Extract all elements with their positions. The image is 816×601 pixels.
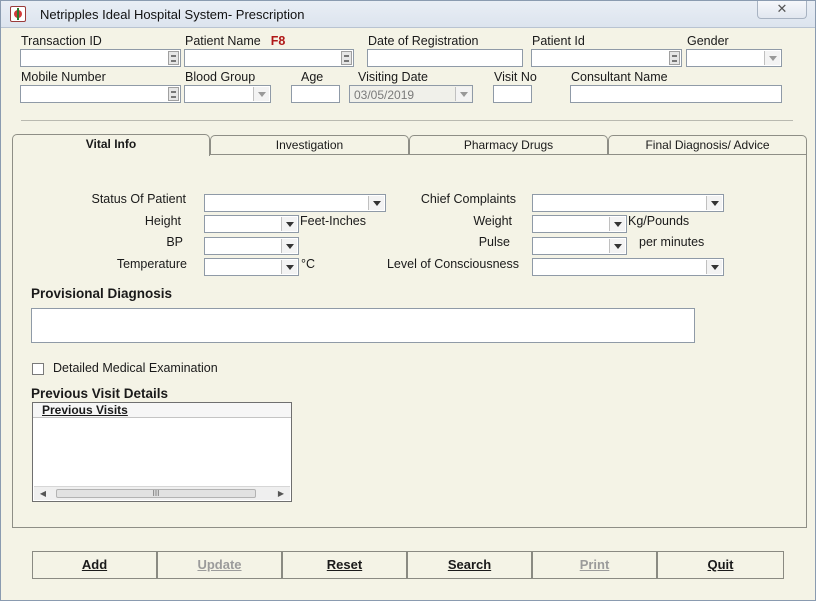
- header-divider: [21, 120, 793, 121]
- pulse-select[interactable]: [532, 237, 627, 255]
- bp-label: BP: [166, 235, 183, 249]
- chevron-down-icon[interactable]: [764, 51, 780, 65]
- chevron-down-icon[interactable]: [281, 217, 297, 231]
- level-of-consciousness-select[interactable]: [532, 258, 724, 276]
- bp-select[interactable]: [204, 237, 299, 255]
- transaction-id-field[interactable]: [20, 49, 181, 67]
- patient-name-field[interactable]: [184, 49, 354, 67]
- temperature-unit: °C: [301, 257, 316, 271]
- blood-group-label: Blood Group: [185, 70, 256, 84]
- tab-final-diagnosis[interactable]: Final Diagnosis/ Advice: [608, 135, 807, 155]
- gender-select[interactable]: [686, 49, 782, 67]
- weight-unit: Kg/Pounds: [628, 214, 690, 228]
- print-button[interactable]: Print: [532, 551, 657, 579]
- visit-no-field[interactable]: [493, 85, 532, 103]
- chevron-down-icon[interactable]: [609, 217, 625, 231]
- height-unit: Feet-Inches: [300, 214, 367, 228]
- detailed-exam-label[interactable]: Detailed Medical Examination: [53, 361, 218, 375]
- mobile-number-field[interactable]: [20, 85, 181, 103]
- patient-id-label: Patient Id: [532, 34, 585, 48]
- weight-select[interactable]: [532, 215, 627, 233]
- blood-group-select[interactable]: [184, 85, 271, 103]
- chevron-down-icon[interactable]: [281, 239, 297, 253]
- spin-icon[interactable]: [168, 51, 179, 65]
- close-button[interactable]: ✕: [757, 1, 807, 19]
- hospital-cross-icon: [10, 6, 26, 22]
- consultant-name-label: Consultant Name: [571, 70, 668, 84]
- arrow-right-icon[interactable]: ▶: [274, 487, 288, 500]
- detailed-exam-checkbox[interactable]: [32, 363, 44, 375]
- pulse-unit: per minutes: [639, 235, 705, 249]
- title-bar: Netripples Ideal Hospital System- Prescr…: [1, 1, 815, 28]
- provisional-diagnosis-textarea[interactable]: [31, 308, 695, 343]
- spin-icon[interactable]: [669, 51, 680, 65]
- patient-id-field[interactable]: [531, 49, 682, 67]
- age-field[interactable]: [291, 85, 340, 103]
- visit-no-label: Visit No: [494, 70, 537, 84]
- previous-visits-list[interactable]: Previous Visits ◀ III ▶: [32, 402, 292, 502]
- previous-visits-column-header[interactable]: Previous Visits: [33, 403, 291, 418]
- chevron-down-icon[interactable]: [281, 260, 297, 274]
- temperature-select[interactable]: [204, 258, 299, 276]
- action-button-bar: Add Update Reset Search Print Quit: [32, 551, 784, 579]
- search-button[interactable]: Search: [407, 551, 532, 579]
- weight-label: Weight: [473, 214, 512, 228]
- status-of-patient-label: Status Of Patient: [91, 192, 187, 206]
- scroll-thumb[interactable]: III: [56, 489, 256, 498]
- chief-complaints-label: Chief Complaints: [420, 192, 516, 206]
- tab-vital-info[interactable]: Vital Info: [12, 134, 210, 156]
- visiting-date-value: 03/05/2019: [354, 88, 415, 102]
- gender-label: Gender: [687, 34, 729, 48]
- patient-name-label: Patient Name F8: [185, 34, 285, 48]
- arrow-left-icon[interactable]: ◀: [36, 487, 50, 500]
- date-of-registration-label: Date of Registration: [368, 34, 479, 48]
- tab-investigation[interactable]: Investigation: [210, 135, 409, 155]
- tab-pharmacy-drugs[interactable]: Pharmacy Drugs: [409, 135, 608, 155]
- consultant-name-field[interactable]: [570, 85, 782, 103]
- reset-button[interactable]: Reset: [282, 551, 407, 579]
- chevron-down-icon[interactable]: [706, 196, 722, 210]
- status-of-patient-select[interactable]: [204, 194, 386, 212]
- chevron-down-icon[interactable]: [455, 87, 471, 101]
- transaction-id-label: Transaction ID: [21, 34, 102, 48]
- provisional-diagnosis-title: Provisional Diagnosis: [31, 286, 173, 301]
- add-button[interactable]: Add: [32, 551, 157, 579]
- chief-complaints-select[interactable]: [532, 194, 724, 212]
- chevron-down-icon[interactable]: [253, 87, 269, 101]
- spin-icon[interactable]: [168, 87, 179, 101]
- chevron-down-icon[interactable]: [706, 260, 722, 274]
- patient-name-hotkey: F8: [270, 34, 286, 48]
- chevron-down-icon[interactable]: [609, 239, 625, 253]
- height-select[interactable]: [204, 215, 299, 233]
- mobile-number-label: Mobile Number: [21, 70, 106, 84]
- temperature-label: Temperature: [116, 257, 187, 271]
- update-button[interactable]: Update: [157, 551, 282, 579]
- pulse-label: Pulse: [478, 235, 510, 249]
- horizontal-scrollbar[interactable]: ◀ III ▶: [34, 486, 290, 500]
- window-title: Netripples Ideal Hospital System- Prescr…: [40, 7, 305, 22]
- visiting-date-field[interactable]: 03/05/2019: [349, 85, 473, 103]
- patient-name-label-text: Patient Name: [185, 34, 261, 48]
- height-label: Height: [144, 214, 181, 228]
- level-of-consciousness-label: Level of Consciousness: [386, 257, 519, 271]
- visiting-date-label: Visiting Date: [358, 70, 428, 84]
- previous-visit-details-title: Previous Visit Details: [31, 386, 169, 401]
- prescription-window: Netripples Ideal Hospital System- Prescr…: [0, 0, 816, 601]
- spin-icon[interactable]: [341, 51, 352, 65]
- quit-button[interactable]: Quit: [657, 551, 784, 579]
- age-label: Age: [301, 70, 324, 84]
- date-of-registration-field[interactable]: [367, 49, 523, 67]
